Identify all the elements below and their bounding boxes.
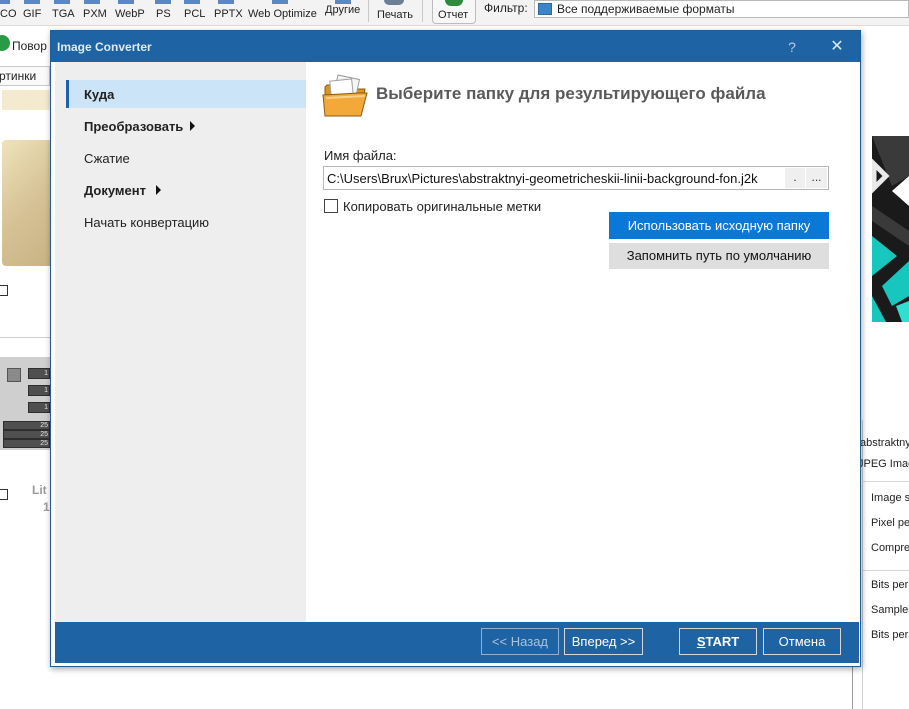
thumbnail-cell: 25 xyxy=(3,421,50,430)
format-button-pptx[interactable]: PPTX xyxy=(214,8,243,20)
format-button-webp[interactable]: WebP xyxy=(115,8,145,20)
info-file-name: abstraktny xyxy=(860,437,909,449)
start-button[interactable]: START xyxy=(679,628,757,655)
format-button-other[interactable]: Другие xyxy=(325,4,360,16)
nav-item-convert[interactable]: Преобразовать xyxy=(66,112,306,140)
image-preview xyxy=(872,136,909,322)
nav-item-document[interactable]: Документ xyxy=(66,176,306,204)
divider xyxy=(862,570,909,571)
browse-current-button[interactable]: . xyxy=(785,168,805,188)
chevron-right-icon xyxy=(190,121,195,131)
dialog-titlebar[interactable]: Image Converter ? ✕ xyxy=(51,31,860,62)
help-button[interactable]: ? xyxy=(778,36,806,58)
format-button-web-optimize[interactable]: Web Optimize xyxy=(248,8,317,20)
divider xyxy=(862,481,909,482)
image-icon xyxy=(7,368,21,382)
remember-default-path-button[interactable]: Запомнить путь по умолчанию xyxy=(609,243,829,269)
dialog-footer: << Назад Вперед >> START Отмена xyxy=(55,622,859,663)
nav-item-start-conversion[interactable]: Начать конвертацию xyxy=(66,208,306,236)
pictures-tab-label: ртинки xyxy=(0,69,37,83)
nav-item-compression[interactable]: Сжатие xyxy=(66,144,306,172)
format-icon xyxy=(54,0,70,4)
nav-item-label: Куда xyxy=(84,87,115,102)
panel-divider xyxy=(852,665,853,709)
format-button-pxm[interactable]: PXM xyxy=(83,8,107,20)
thumbnail-checkbox[interactable] xyxy=(0,489,8,500)
filter-dropdown[interactable]: Все поддерживаемые форматы xyxy=(534,0,909,18)
thumbnail-cell: 1 xyxy=(28,402,50,413)
rotate-button-label[interactable]: Повор xyxy=(12,39,47,53)
filename-value: C:\Users\Brux\Pictures\abstraktnyi-geome… xyxy=(327,171,758,186)
main-toolbar: CO GIF TGA PXM WebP PS PCL PPTX Web Opti… xyxy=(0,0,909,26)
format-icon xyxy=(272,0,288,4)
format-icon xyxy=(218,0,234,4)
format-icon xyxy=(155,0,171,4)
info-row: Bits per xyxy=(871,629,909,641)
use-source-folder-button[interactable]: Использовать исходную папку xyxy=(609,212,829,239)
cancel-button[interactable]: Отмена xyxy=(763,628,841,655)
nav-item-label: Начать конвертацию xyxy=(84,215,210,230)
copy-tags-label[interactable]: Копировать оригинальные метки xyxy=(343,199,541,214)
image-converter-dialog: Image Converter ? ✕ Куда Преобразовать С… xyxy=(50,30,861,667)
info-row: Pixel pe xyxy=(871,517,909,529)
folder-thumbnail[interactable] xyxy=(2,140,50,266)
format-icon xyxy=(24,0,40,4)
nav-item-label: Документ xyxy=(84,183,146,198)
browse-button[interactable]: ... xyxy=(806,168,827,188)
page-title: Выберите папку для результирующего файла xyxy=(376,84,766,103)
thumbnail-cell: 25 xyxy=(3,439,50,448)
filename-label: Имя файла: xyxy=(324,148,397,163)
nav-item-label: Преобразовать xyxy=(84,119,184,134)
report-label: Отчет xyxy=(438,9,469,21)
format-button-gif[interactable]: GIF xyxy=(23,8,41,20)
wizard-nav: Куда Преобразовать Сжатие Документ Начат… xyxy=(55,62,306,622)
chevron-right-icon xyxy=(156,185,161,195)
preview-graphic xyxy=(872,136,909,322)
format-button-co[interactable]: CO xyxy=(0,8,17,20)
format-icon xyxy=(0,0,10,4)
info-row: Bits per xyxy=(871,579,909,591)
thumbnail-cell: 1 xyxy=(28,385,50,396)
pictures-tab[interactable]: ртинки xyxy=(0,66,50,86)
thumbnail-caption: Lit xyxy=(32,483,47,497)
format-button-ps[interactable]: PS xyxy=(156,8,171,20)
divider xyxy=(0,337,50,338)
thumbnail-cell: 1 xyxy=(28,368,50,379)
toolbar-separator xyxy=(422,0,423,22)
format-button-tga[interactable]: TGA xyxy=(52,8,75,20)
info-row: Compre xyxy=(871,542,909,554)
filter-value: Все поддерживаемые форматы xyxy=(557,2,735,16)
print-icon xyxy=(384,0,404,5)
info-row: Image s xyxy=(871,492,909,504)
next-button[interactable]: Вперед >> xyxy=(564,628,643,655)
copy-tags-checkbox[interactable] xyxy=(324,199,338,213)
thumbnail-caption: 1 xyxy=(43,500,50,514)
dialog-title: Image Converter xyxy=(57,40,152,54)
back-button[interactable]: << Назад xyxy=(481,628,559,655)
format-icon xyxy=(118,0,134,4)
toolbar-separator xyxy=(368,0,369,22)
format-button-pcl[interactable]: PCL xyxy=(184,8,205,20)
format-icon xyxy=(84,0,100,4)
print-button[interactable]: Печать xyxy=(377,9,413,21)
close-icon[interactable]: ✕ xyxy=(823,36,851,58)
image-filter-icon xyxy=(538,3,552,15)
info-file-type: JPEG Imag xyxy=(858,458,909,470)
filename-input[interactable]: C:\Users\Brux\Pictures\abstraktnyi-geome… xyxy=(323,166,829,190)
nav-item-label: Сжатие xyxy=(84,151,130,166)
folder-icon xyxy=(322,74,368,117)
rotate-icon[interactable] xyxy=(0,35,10,51)
faded-header xyxy=(2,90,50,110)
info-row: Samples xyxy=(871,604,909,616)
filter-label: Фильтр: xyxy=(484,1,528,15)
nav-item-destination[interactable]: Куда xyxy=(66,80,306,108)
thumbnail-cell: 25 xyxy=(3,430,50,439)
format-icon xyxy=(184,0,200,4)
thumbnail-checkbox[interactable] xyxy=(0,285,8,296)
